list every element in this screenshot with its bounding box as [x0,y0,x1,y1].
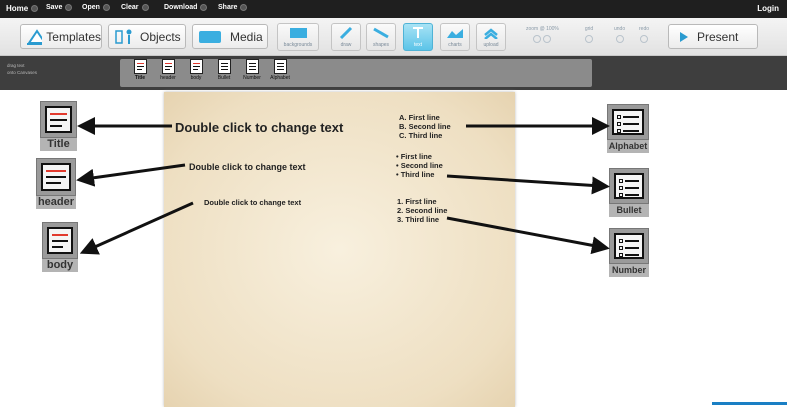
scroll-indicator [712,402,787,405]
annotation-arrows [76,117,610,255]
arrow-body [79,201,194,255]
arrow-bullet [446,174,610,195]
arrow-header [76,163,186,187]
arrow-number [446,216,610,255]
